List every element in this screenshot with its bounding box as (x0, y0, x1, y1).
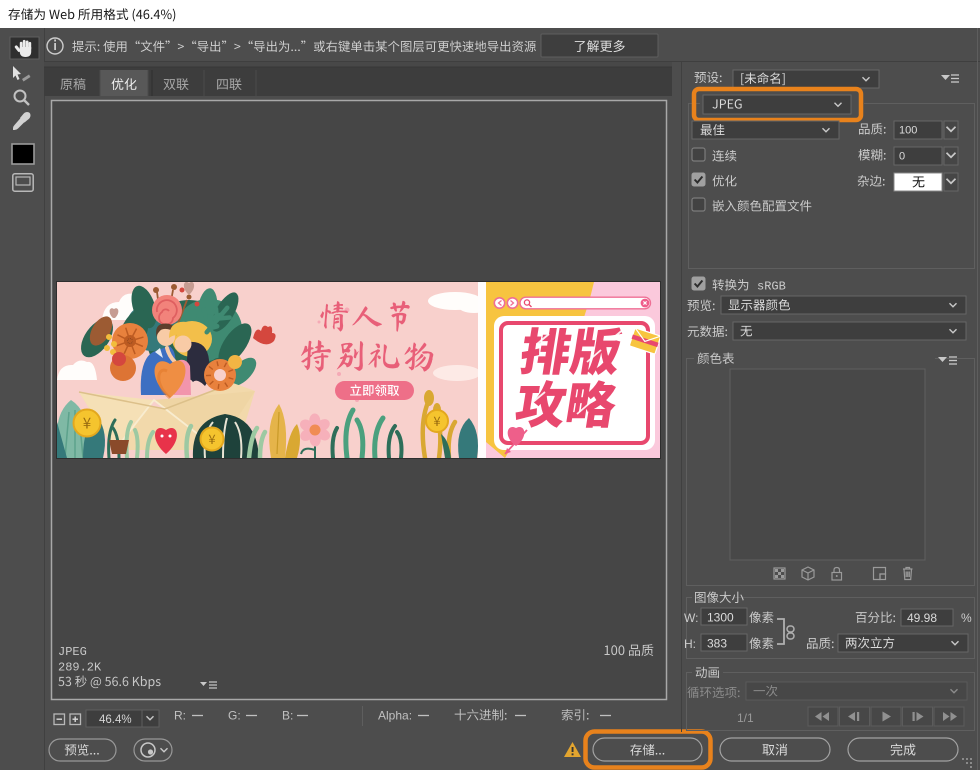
svg-text:H:: H: (684, 637, 696, 651)
svg-text:100: 100 (899, 125, 917, 137)
svg-text:49.98: 49.98 (907, 611, 937, 625)
svg-text:289.2K: 289.2K (58, 661, 102, 675)
svg-text:1/1: 1/1 (737, 711, 754, 725)
svg-text:46.4%: 46.4% (99, 714, 132, 726)
svg-text:%: % (961, 611, 972, 625)
svg-text:R:: R: (174, 709, 186, 723)
svg-text:1300: 1300 (707, 611, 734, 625)
svg-text:JPEG: JPEG (58, 645, 87, 659)
svg-text:Alpha:: Alpha: (378, 709, 412, 723)
svg-text:W:: W: (684, 611, 698, 625)
svg-text:B:: B: (282, 709, 293, 723)
svg-text:sRGB: sRGB (757, 280, 786, 294)
svg-text:G:: G: (228, 709, 241, 723)
svg-text:383: 383 (707, 637, 727, 651)
svg-text:0: 0 (899, 151, 905, 163)
